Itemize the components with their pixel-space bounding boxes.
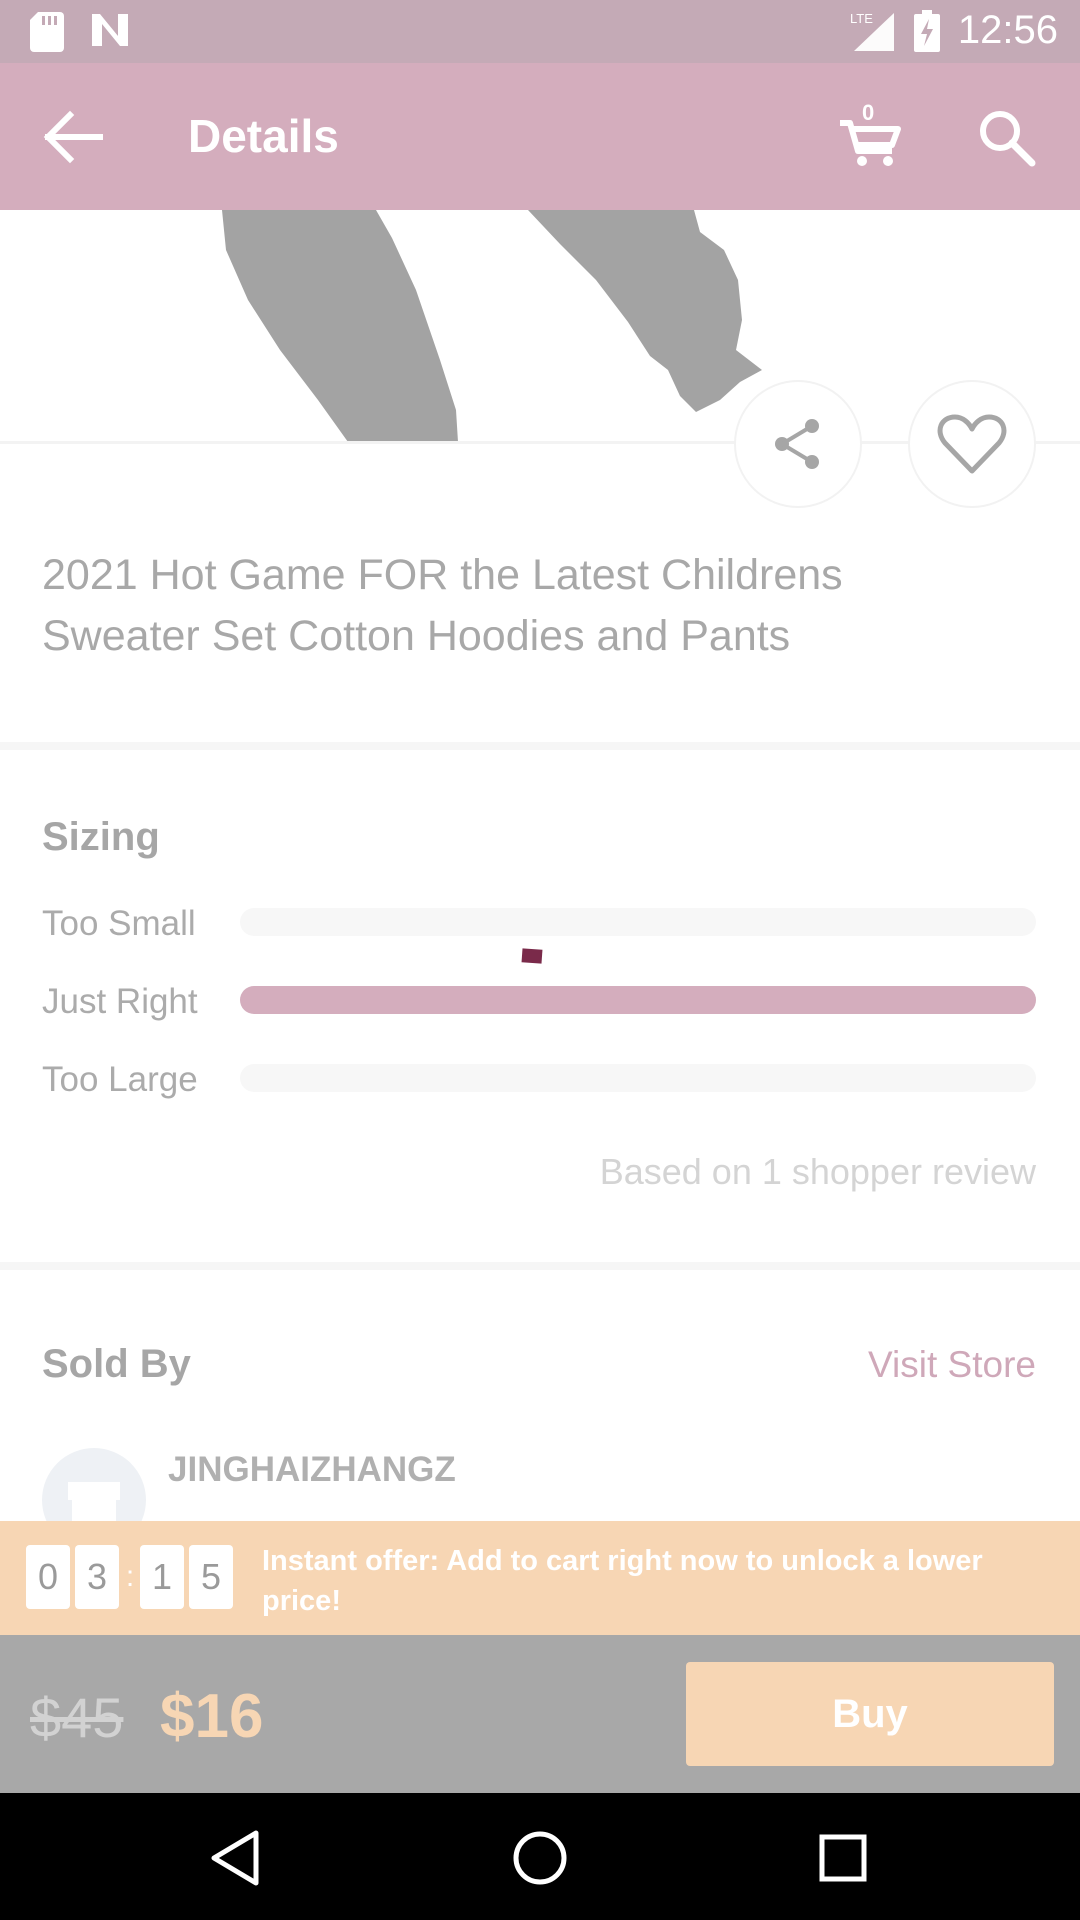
sizing-label-too-large: Too Large xyxy=(42,1060,198,1099)
timer-separator: : xyxy=(125,1560,135,1593)
status-bar: LTE 12:56 xyxy=(0,0,1080,63)
cart-count-badge: 0 xyxy=(862,100,875,125)
sizing-bar-fill xyxy=(240,986,1036,1014)
sizing-bar-too-large xyxy=(240,1064,1036,1092)
heart-icon xyxy=(937,414,1007,474)
svg-text:LTE: LTE xyxy=(850,11,873,26)
review-count-note: Based on 1 shopper review xyxy=(599,1151,1036,1192)
original-price: $45 xyxy=(30,1686,124,1749)
sizing-marker xyxy=(521,948,543,964)
timer-digit: 1 xyxy=(140,1545,184,1609)
sd-card-icon xyxy=(30,12,64,52)
section-divider xyxy=(0,742,1080,750)
sizing-label-just-right: Just Right xyxy=(42,982,198,1021)
share-button[interactable] xyxy=(734,380,862,508)
share-icon xyxy=(775,419,819,469)
store-name: JINGHAIZHANGZ xyxy=(168,1450,456,1489)
section-divider xyxy=(0,1262,1080,1270)
app-bar: Details 0 xyxy=(0,63,1080,210)
buy-bar: $45 $16 Buy xyxy=(0,1635,1080,1793)
search-icon[interactable] xyxy=(976,107,1036,167)
sale-price: $16 xyxy=(160,1682,264,1751)
sold-by-heading: Sold By xyxy=(42,1342,191,1386)
buy-button[interactable]: Buy xyxy=(686,1662,1054,1766)
visit-store-link[interactable]: Visit Store xyxy=(868,1344,1036,1386)
timer-digit: 3 xyxy=(75,1545,119,1609)
instant-offer-banner[interactable]: 0 3 : 1 5 Instant offer: Add to cart rig… xyxy=(0,1521,1080,1635)
sizing-heading: Sizing xyxy=(42,815,160,859)
system-nav-bar xyxy=(0,1793,1080,1920)
arrow-left-icon[interactable] xyxy=(40,107,108,167)
product-title: 2021 Hot Game FOR the Latest Childrens S… xyxy=(42,551,843,660)
status-time: 12:56 xyxy=(957,8,1058,52)
page-title: Details xyxy=(188,110,339,162)
offer-text: Instant offer: Add to cart right now to … xyxy=(262,1545,983,1617)
sizing-bar-too-small xyxy=(240,908,1036,936)
timer-digit: 5 xyxy=(189,1545,233,1609)
sizing-label-too-small: Too Small xyxy=(42,904,196,943)
n-notification-icon xyxy=(92,14,128,46)
sizing-bar-just-right xyxy=(240,986,1036,1014)
timer-digit: 0 xyxy=(26,1545,70,1609)
battery-charging-icon xyxy=(913,9,940,52)
recents-square-icon[interactable] xyxy=(808,1823,878,1893)
favorite-button[interactable] xyxy=(908,380,1036,508)
back-triangle-icon[interactable] xyxy=(200,1823,270,1893)
countdown-timer: 0 3 : 1 5 xyxy=(26,1545,238,1609)
home-circle-icon[interactable] xyxy=(505,1823,575,1893)
lte-signal-icon: LTE xyxy=(850,11,894,51)
